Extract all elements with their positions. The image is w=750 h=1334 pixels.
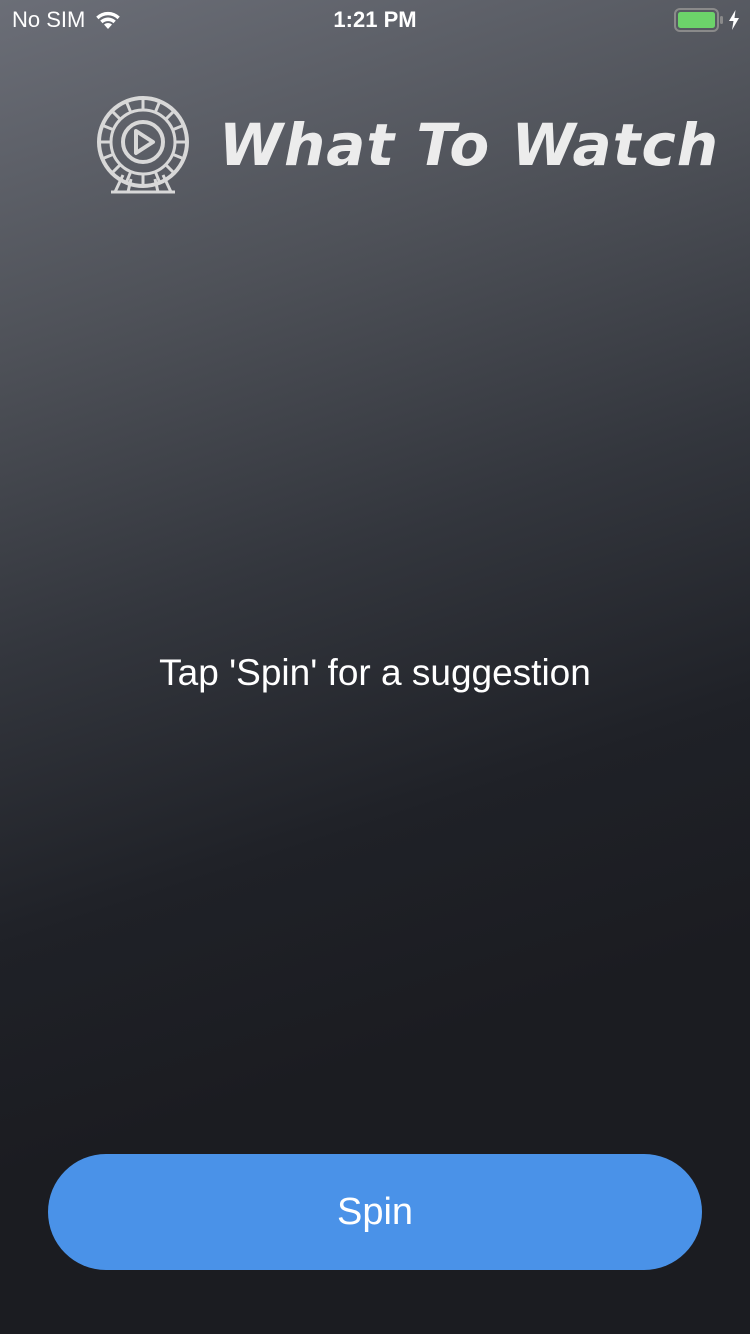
status-time: 1:21 PM: [333, 7, 417, 32]
app-title: What To Watch: [219, 111, 720, 179]
charging-bolt-icon: [728, 10, 740, 30]
battery-charging-icon: [674, 8, 724, 32]
app-logo: What To Watch: [93, 95, 719, 195]
spin-button[interactable]: Spin: [48, 1154, 702, 1270]
suggestion-prompt: Tap 'Spin' for a suggestion: [159, 652, 591, 693]
status-right: [674, 8, 740, 32]
film-reel-play-icon: [93, 95, 193, 195]
status-bar: No SIM 1:21 PM: [0, 0, 750, 40]
